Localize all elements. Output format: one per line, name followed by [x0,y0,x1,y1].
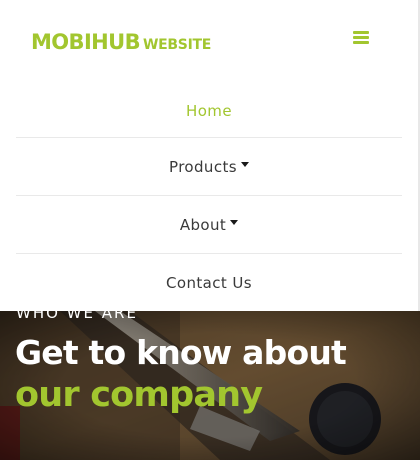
page: MOBIHUB WEBSITE Home Products About Conta… [0,0,420,460]
hero-section: WHO WE ARE Get to know about our company [0,311,420,460]
nav-item-label: About [179,215,227,234]
hero-title-line-2: our company [15,375,263,415]
nav-item-products[interactable]: Products [16,138,402,196]
caret-down-icon [230,220,239,225]
nav-item-label: Contact Us [166,273,252,292]
nav-item-home[interactable]: Home [16,85,402,138]
caret-down-icon [240,162,249,167]
top-navbar: MOBIHUB WEBSITE [0,0,420,85]
hamburger-menu-icon[interactable] [353,31,369,45]
brand-name: MOBIHUB [31,30,141,54]
nav-item-label: Products [169,157,237,176]
menu-bar-3 [353,41,369,44]
mobile-nav-menu: Home Products About Contact Us [0,85,420,311]
menu-bar-1 [353,31,369,34]
brand-tagline: WEBSITE [143,37,211,53]
menu-bar-2 [353,36,369,39]
site-logo[interactable]: MOBIHUB WEBSITE [31,30,211,54]
nav-list: Home Products About Contact Us [0,85,418,311]
nav-item-contact[interactable]: Contact Us [16,254,402,311]
hero-title-line-1: Get to know about [15,333,347,372]
nav-item-about[interactable]: About [16,196,402,254]
hero-kicker: WHO WE ARE [16,311,138,322]
nav-item-label: Home [186,102,232,120]
